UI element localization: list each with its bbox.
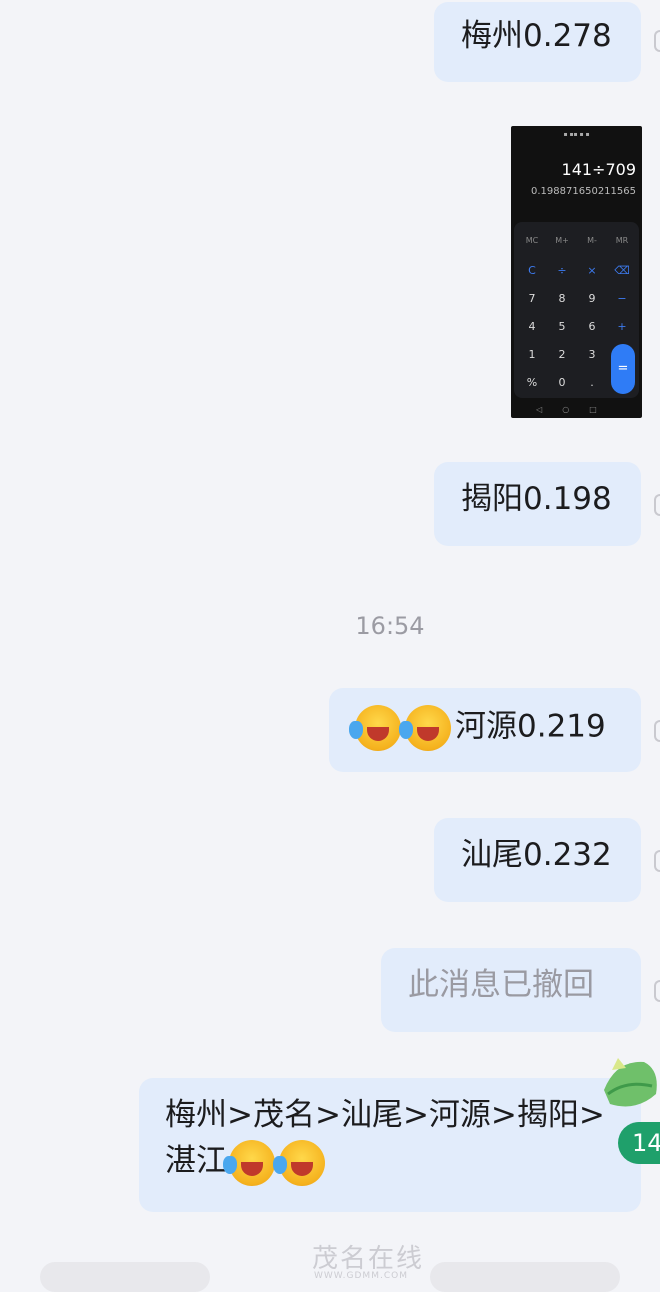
message-text: 揭阳0.198 <box>461 481 612 517</box>
calculator-screenshot-image[interactable]: ▪ ▪▪ ▪ ▪ 141÷709 0.198871650211565 MC M+… <box>511 126 642 418</box>
calc-key: 5 <box>558 320 566 333</box>
calc-key: 9 <box>588 292 596 305</box>
calc-key: 0 <box>558 376 566 389</box>
message-text: 汕尾0.232 <box>461 837 612 873</box>
calc-key: 1 <box>528 348 536 361</box>
message-text: 梅州0.278 <box>461 18 612 54</box>
chat-timestamp: 16:54 <box>355 612 425 640</box>
calc-key: ÷ <box>557 264 567 277</box>
calc-key: 4 <box>528 320 536 333</box>
message-bubble[interactable]: 揭阳0.198 <box>434 462 641 546</box>
message-text: 河源0.219 <box>455 708 606 745</box>
calc-key: . <box>590 376 594 389</box>
avatar-edge <box>654 720 660 742</box>
calc-keypad: MC M+ M- MR C ÷ × ⌫ 7 8 9 − 4 5 6 + 1 2 … <box>514 222 639 398</box>
calc-result: 0.198871650211565 <box>531 186 636 197</box>
laughing-crying-emoji-icon <box>273 1139 325 1186</box>
calc-key: C <box>528 264 536 277</box>
message-bubble[interactable]: 梅州>茂名>汕尾>河源>揭阳> 湛江 <box>139 1078 641 1212</box>
calc-key: × <box>587 264 597 277</box>
calc-equals-key: = <box>611 344 635 394</box>
message-bubble[interactable]: 汕尾0.232 <box>434 818 641 902</box>
calc-key: ⌫ <box>614 264 630 277</box>
lotus-leaf-sticker-icon[interactable] <box>596 1050 660 1120</box>
avatar-edge <box>654 494 660 516</box>
calc-key: 8 <box>558 292 566 305</box>
calc-key: MR <box>615 236 629 245</box>
calc-key: % <box>526 376 538 389</box>
avatar-edge <box>654 850 660 872</box>
calc-key: M+ <box>555 236 569 245</box>
calc-key: 3 <box>588 348 596 361</box>
recalled-message-bubble: 此消息已撤回 <box>381 948 641 1032</box>
message-bubble[interactable]: 河源0.219 <box>329 688 641 772</box>
bottom-toolbar-chip[interactable] <box>430 1262 620 1292</box>
calc-expression: 141÷709 <box>561 160 636 179</box>
avatar-edge <box>654 980 660 1002</box>
calc-key: M- <box>587 236 597 245</box>
calc-key: + <box>617 320 627 333</box>
message-text-line: 梅州>茂名>汕尾>河源>揭阳> <box>165 1097 605 1133</box>
unread-count-badge[interactable]: 14 <box>618 1122 660 1164</box>
phone-status-bar: ▪ ▪▪ ▪ ▪ <box>563 131 590 138</box>
calc-key: − <box>617 292 627 305</box>
laughing-crying-emoji-icon <box>349 705 401 751</box>
avatar-edge <box>654 30 660 52</box>
calc-key: 2 <box>558 348 566 361</box>
laughing-crying-emoji-icon <box>223 1139 275 1186</box>
site-watermark: 茂名在线 WWW.GDMM.COM <box>232 1238 432 1281</box>
message-text-line: 湛江 <box>165 1138 641 1186</box>
watermark-text: 茂名在线 <box>312 1244 425 1274</box>
message-bubble[interactable]: 梅州0.278 <box>434 2 641 82</box>
recalled-notice: 此消息已撤回 <box>408 967 594 1003</box>
bottom-toolbar-chip[interactable] <box>40 1262 210 1292</box>
message-text: 湛江 <box>165 1143 227 1179</box>
calc-key: 7 <box>528 292 536 305</box>
phone-nav-bar: ◁○□ <box>536 405 617 414</box>
calc-key: MC <box>525 236 539 245</box>
laughing-crying-emoji-icon <box>399 705 451 751</box>
calc-key: 6 <box>588 320 596 333</box>
